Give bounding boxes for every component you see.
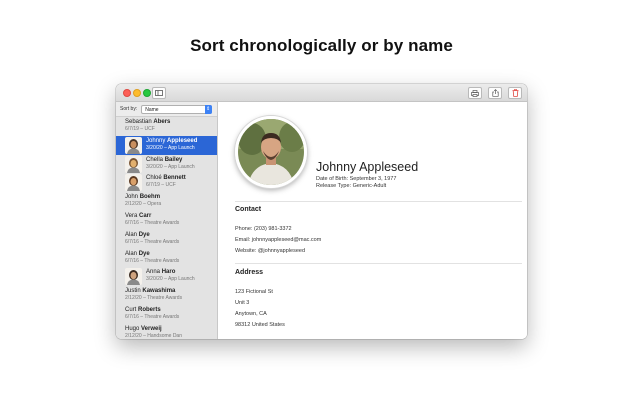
chevron-updown-icon: ⇕ bbox=[204, 105, 212, 114]
avatar bbox=[235, 116, 307, 188]
website-field: Website: @johnnyappleseed bbox=[235, 248, 305, 254]
contact-name-label: Sebastian Abers bbox=[125, 119, 171, 125]
list-item[interactable]: Anna Haro 3/20/20 – App Launch bbox=[116, 267, 217, 286]
contact-name-label: Chella Bailey bbox=[146, 156, 183, 163]
contact-event-label: 6/7/16 – Theatre Awards bbox=[125, 257, 180, 264]
contact-section-title: Contact bbox=[235, 206, 262, 213]
contact-event-label: 6/7/16 – Theatre Awards bbox=[125, 238, 180, 245]
email-field: Email: johnnyappleseed@mac.com bbox=[235, 237, 322, 243]
list-item[interactable]: Curt Roberts 6/7/16 – Theatre Awards bbox=[116, 305, 217, 324]
phone-field: Phone: (203) 981-3372 bbox=[235, 226, 292, 232]
list-item[interactable]: Sebastian Abers 6/7/19 – UCF bbox=[116, 117, 217, 136]
toggle-sidebar-button[interactable] bbox=[152, 87, 166, 99]
contact-name-label: Anna Haro bbox=[146, 269, 176, 276]
contact-event-label: 6/7/19 – UCF bbox=[125, 126, 155, 132]
contact-event-label: 2/12/20 – Handsome Dan bbox=[125, 332, 182, 339]
contact-name-label: Curt Roberts bbox=[125, 306, 161, 313]
contact-name-label: Hugo Verweij bbox=[125, 325, 162, 332]
contact-name-label: Alan Dye bbox=[125, 250, 150, 257]
address-line: 98312 United States bbox=[235, 322, 285, 328]
sidebar-toggle-icon bbox=[155, 90, 163, 96]
contact-event-label: 3/20/20 – App Launch bbox=[146, 144, 195, 151]
list-item[interactable]: Chloé Bennett 6/7/19 – UCF bbox=[116, 173, 217, 192]
contact-name-label: Chloé Bennett bbox=[146, 175, 186, 182]
contact-event-label: 6/7/16 – Theatre Awards bbox=[125, 219, 180, 226]
contacts-sidebar: Sort by: Name ⇕ Sebastian Abers 6/7/19 – … bbox=[116, 102, 218, 339]
list-item[interactable]: Hugo Verweij 2/12/20 – Handsome Dan bbox=[116, 324, 217, 339]
list-item[interactable]: Chella Bailey 3/20/20 – App Launch bbox=[116, 155, 217, 174]
sort-select-value: Name bbox=[145, 106, 159, 113]
list-item[interactable]: Johnny Appleseed 3/20/20 – App Launch bbox=[116, 135, 217, 155]
titlebar bbox=[116, 84, 527, 102]
date-of-birth: Date of Birth: September 3, 1977 bbox=[316, 176, 397, 182]
contact-thumbnail bbox=[125, 155, 142, 173]
contact-thumbnail bbox=[125, 268, 142, 286]
address-line: Anytown, CA bbox=[235, 311, 267, 317]
sort-select[interactable]: Name ⇕ bbox=[141, 104, 213, 114]
address-line: 123 Fictional St bbox=[235, 289, 273, 295]
contact-thumbnail bbox=[125, 136, 142, 154]
divider bbox=[235, 201, 522, 202]
avatar-photo bbox=[238, 119, 304, 185]
list-item[interactable]: Alan Dye 6/7/16 – Theatre Awards bbox=[116, 249, 217, 268]
list-item[interactable]: Vera Carr 6/7/16 – Theatre Awards bbox=[116, 211, 217, 230]
print-icon bbox=[471, 89, 479, 97]
list-item[interactable]: Alan Dye 6/7/16 – Theatre Awards bbox=[116, 230, 217, 249]
contact-event-label: 2/12/20 – Opera bbox=[125, 201, 162, 208]
contact-detail: Johnny Appleseed Date of Birth: Septembe… bbox=[218, 102, 527, 339]
share-button[interactable] bbox=[488, 87, 502, 99]
trash-icon bbox=[512, 89, 518, 97]
release-type: Release Type: Generic-Adult bbox=[316, 183, 387, 189]
delete-button[interactable] bbox=[508, 87, 522, 99]
contact-list: Sebastian Abers 6/7/19 – UCF Johnny Apples… bbox=[116, 117, 217, 339]
address-line: Unit 3 bbox=[235, 300, 250, 306]
headline: Sort chronologically or by name bbox=[190, 36, 453, 55]
sort-bar: Sort by: Name ⇕ bbox=[116, 102, 217, 117]
list-item[interactable]: John Boehm 2/12/20 – Opera bbox=[116, 192, 217, 211]
sort-label: Sort by: bbox=[120, 106, 138, 112]
contact-name-label: Vera Carr bbox=[125, 212, 152, 219]
close-window-button[interactable] bbox=[123, 89, 131, 97]
share-icon bbox=[491, 89, 499, 97]
address-section-title: Address bbox=[235, 269, 264, 276]
app-window: Sort by: Name ⇕ Sebastian Abers 6/7/19 – … bbox=[116, 84, 527, 339]
divider bbox=[235, 263, 522, 264]
contact-name-label: Justin Kawashima bbox=[125, 288, 176, 295]
contact-event-label: 3/20/20 – App Launch bbox=[146, 276, 195, 283]
contact-event-label: 6/7/19 – UCF bbox=[146, 182, 176, 189]
contact-name: Johnny Appleseed bbox=[316, 160, 419, 174]
print-button[interactable] bbox=[468, 87, 482, 99]
contact-event-label: 2/12/20 – Theatre Awards bbox=[125, 295, 183, 302]
contact-thumbnail bbox=[125, 174, 142, 192]
contact-event-label: 6/7/16 – Theatre Awards bbox=[125, 313, 180, 320]
minimize-window-button[interactable] bbox=[133, 89, 141, 97]
contact-name-label: Alan Dye bbox=[125, 231, 150, 238]
contact-name-label: John Boehm bbox=[125, 194, 161, 201]
contact-event-label: 3/20/20 – App Launch bbox=[146, 163, 195, 170]
list-item[interactable]: Justin Kawashima 2/12/20 – Theatre Awards bbox=[116, 286, 217, 305]
zoom-window-button[interactable] bbox=[143, 89, 151, 97]
contact-name-label: Johnny Appleseed bbox=[146, 137, 198, 144]
